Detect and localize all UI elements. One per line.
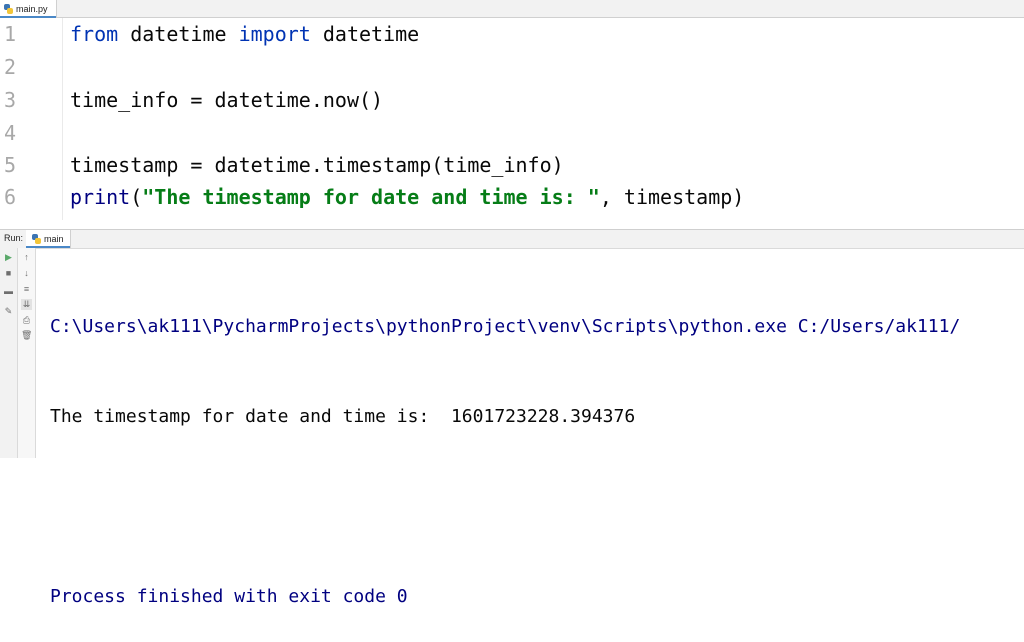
keyword-import: import <box>238 22 311 46</box>
scroll-up-icon[interactable]: ↑ <box>21 252 32 263</box>
line-number: 4 <box>4 121 17 145</box>
line-number: 1 <box>4 22 17 46</box>
line-number: 2 <box>4 55 17 79</box>
console-exit-line: Process finished with exit code 0 <box>50 586 408 607</box>
stop-icon[interactable]: ■ <box>3 268 14 279</box>
code-text: timestamp = datetime.timestamp(time_info… <box>70 153 564 177</box>
code-line-2[interactable]: 2 <box>0 51 1024 83</box>
editor-tab-label: main.py <box>16 3 48 14</box>
code-text: print("The timestamp for date and time i… <box>70 181 744 213</box>
code-text: from datetime import datetime <box>70 18 419 50</box>
run-tab-label: main <box>44 234 64 244</box>
editor-tab-main-py[interactable]: main.py <box>0 0 57 18</box>
code-line-1[interactable]: 1 from datetime import datetime <box>0 18 1024 50</box>
builtin-print: print <box>70 185 131 209</box>
import-name: datetime <box>310 22 420 46</box>
line-number: 3 <box>4 88 17 112</box>
run-toolbar-left: ▶ ■ ▬ ✎ <box>0 248 18 458</box>
line-number: 6 <box>4 185 17 209</box>
python-file-icon <box>4 3 13 14</box>
string-literal: "The timestamp for date and time is: " <box>142 185 600 209</box>
pin-icon[interactable]: ✎ <box>3 306 14 317</box>
run-label: Run: <box>4 233 24 243</box>
paren: ( <box>130 185 143 209</box>
scroll-to-end-icon[interactable]: ⇊ <box>21 299 32 310</box>
keyword-from: from <box>70 22 119 46</box>
layout-icon[interactable]: ▬ <box>3 286 14 297</box>
console-command-line: C:\Users\ak111\PycharmProjects\pythonPro… <box>50 316 961 337</box>
editor-tab-bar: main.py <box>0 0 1024 18</box>
console-output[interactable]: C:\Users\ak111\PycharmProjects\pythonPro… <box>50 252 960 642</box>
code-text: time_info = datetime.now() <box>70 88 384 112</box>
soft-wrap-icon[interactable]: ≡ <box>21 284 32 295</box>
code-rest: , timestamp) <box>599 185 745 209</box>
module-name: datetime <box>118 22 239 46</box>
scroll-down-icon[interactable]: ↓ <box>21 268 32 279</box>
python-run-icon <box>32 234 41 244</box>
code-line-5[interactable]: 5 timestamp = datetime.timestamp(time_in… <box>0 149 1024 181</box>
code-line-4[interactable]: 4 <box>0 117 1024 149</box>
print-icon[interactable]: ⎙ <box>21 315 32 326</box>
run-toolbar-right: ↑ ↓ ≡ ⇊ ⎙ 🗑 <box>18 248 36 458</box>
rerun-icon[interactable]: ▶ <box>3 252 14 263</box>
code-line-3[interactable]: 3 time_info = datetime.now() <box>0 84 1024 116</box>
trash-icon[interactable]: 🗑 <box>21 330 32 341</box>
run-tool-window-header: Run: main <box>0 229 1024 249</box>
code-line-6[interactable]: 6 print("The timestamp for date and time… <box>0 181 1024 213</box>
console-output-line: The timestamp for date and time is: 1601… <box>50 406 636 427</box>
line-number: 5 <box>4 153 17 177</box>
code-editor[interactable]: 1 from datetime import datetime 2 3 time… <box>0 18 1024 220</box>
run-tab-main[interactable]: main <box>26 230 71 248</box>
